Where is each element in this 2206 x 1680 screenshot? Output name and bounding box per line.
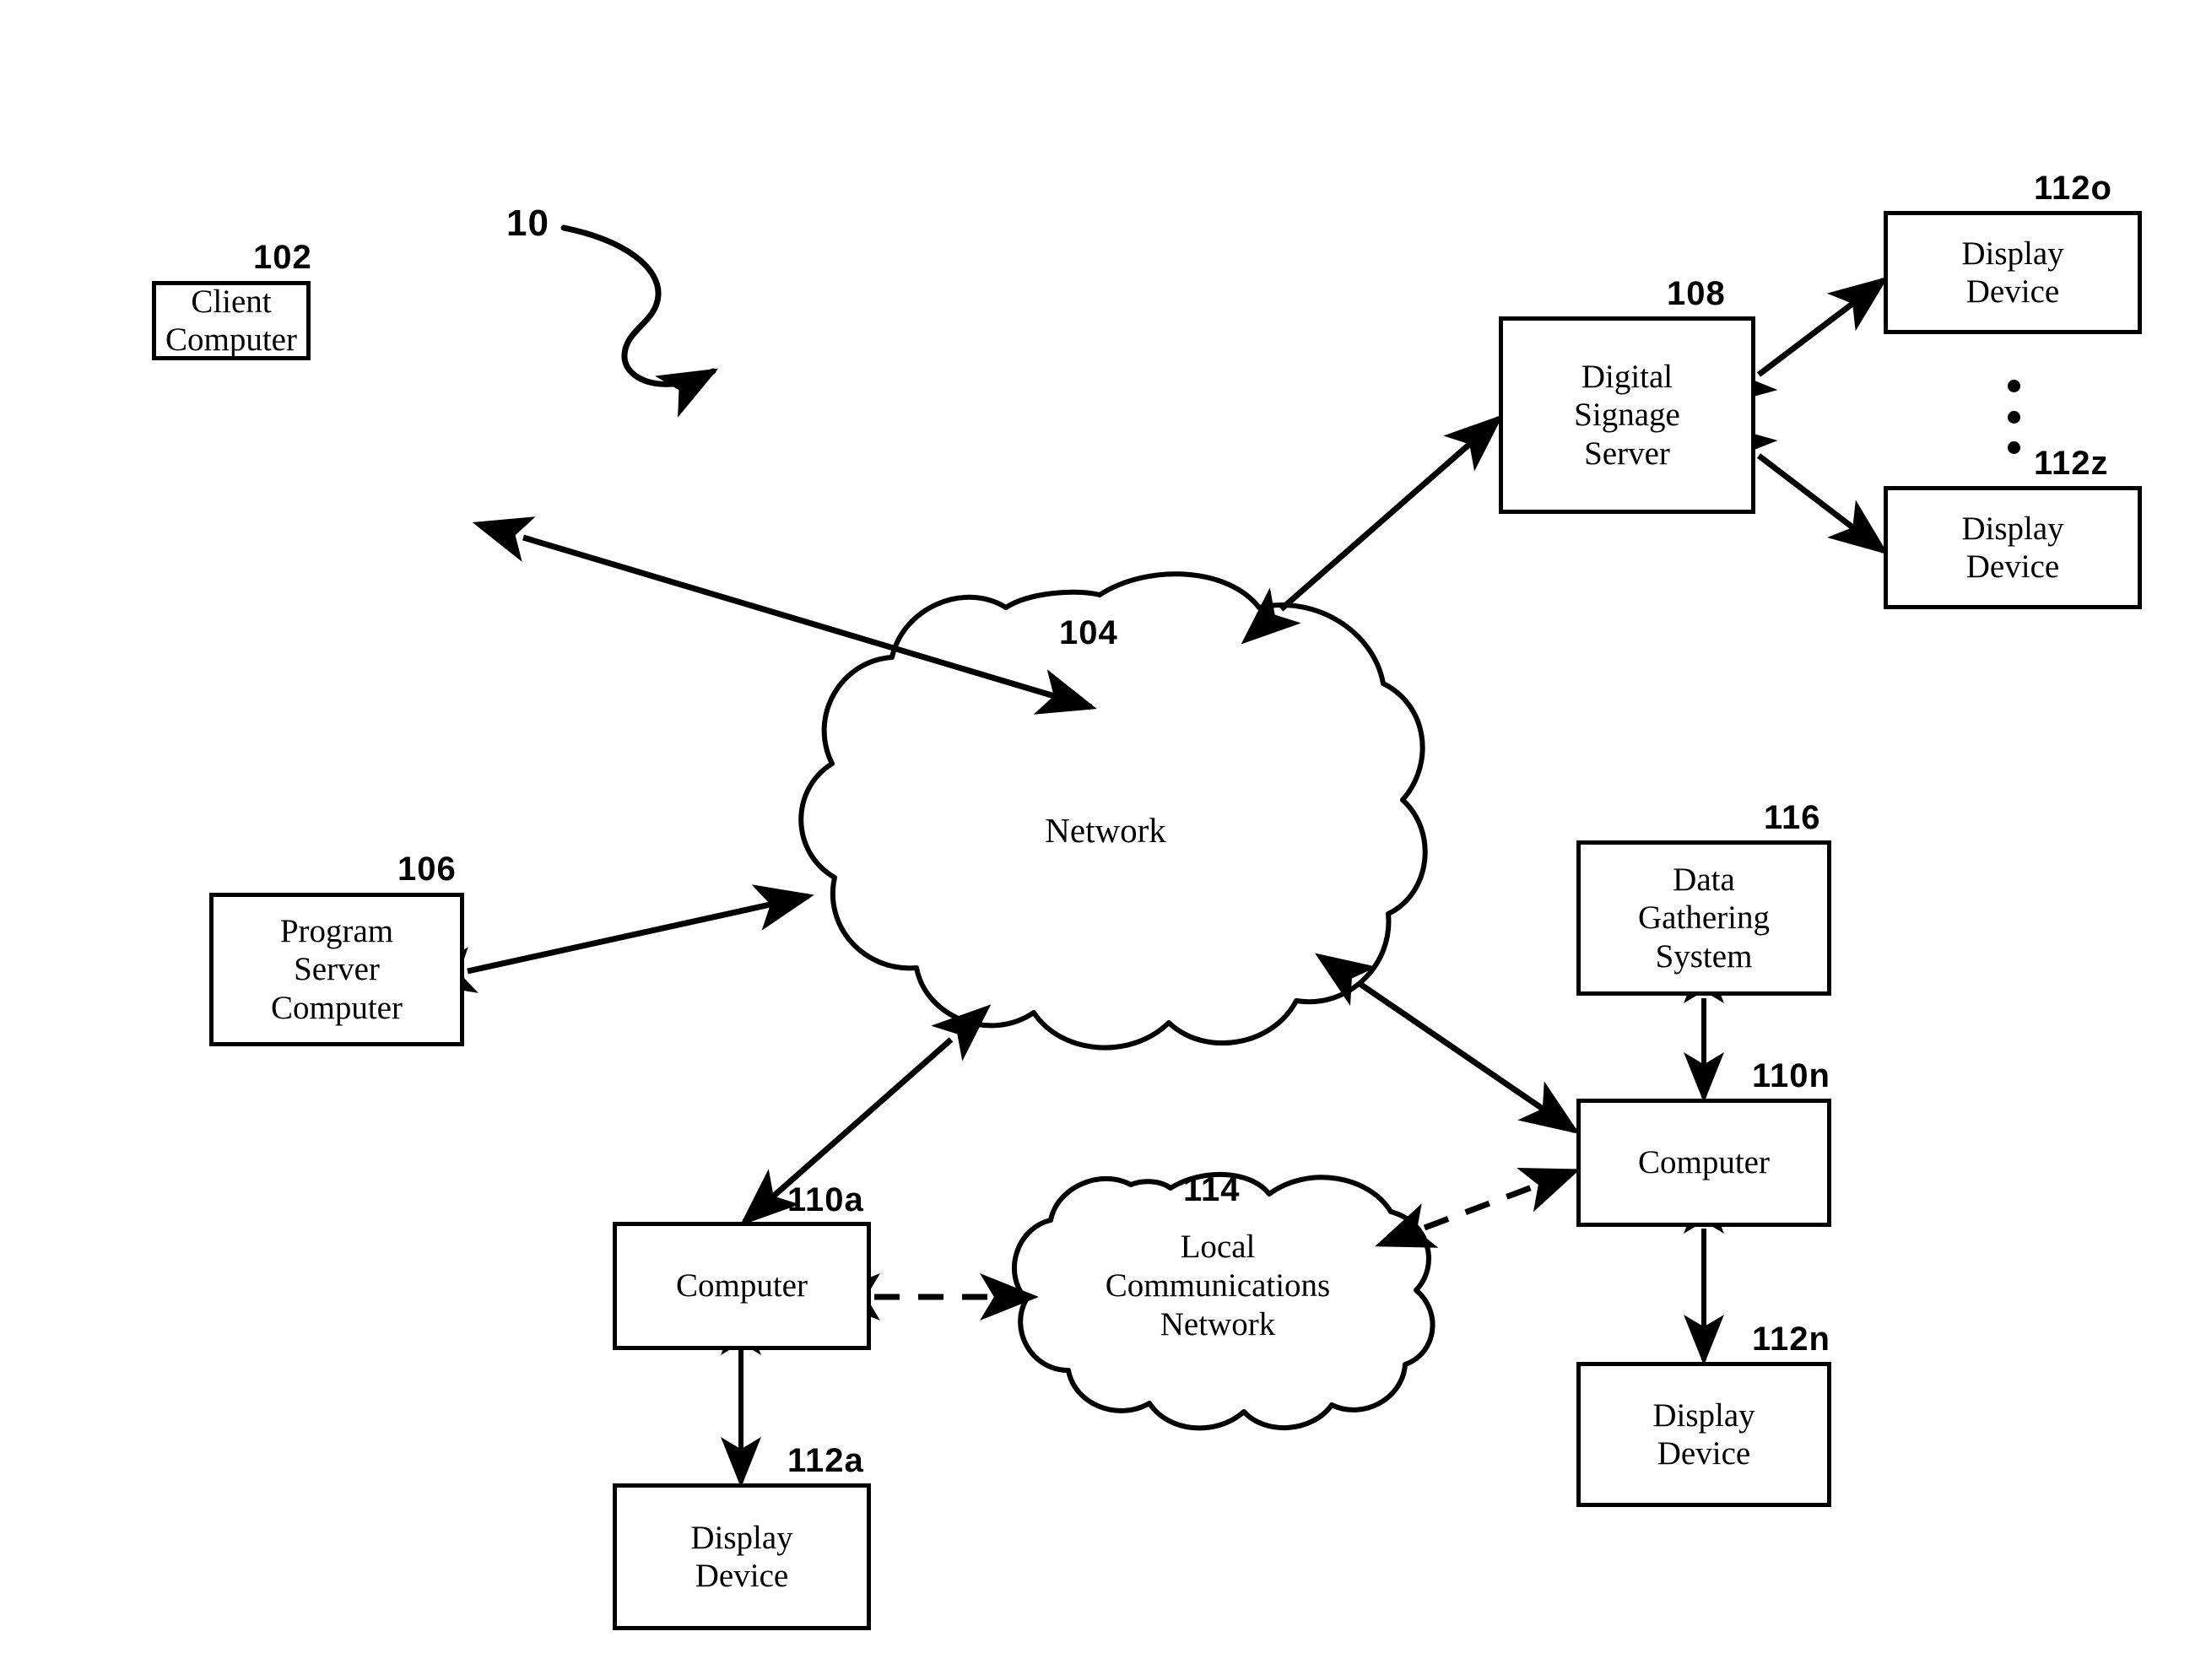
figure-canvas: 10 Client Computer 102 Program Server Co… — [0, 0, 2206, 1680]
ref-108: 108 — [1667, 275, 1726, 312]
node-digital-signage-server[interactable]: Digital Signage Server — [1499, 316, 1755, 514]
edge-signage-display-112o — [1716, 276, 1889, 408]
node-computer-110a[interactable]: Computer — [613, 1222, 871, 1350]
ref-112a: 112a — [787, 1442, 864, 1479]
node-data-gathering-system[interactable]: Data Gathering System — [1576, 840, 1831, 996]
connector-layer — [415, 224, 1889, 1488]
edge-network-digital-signage-server — [1241, 414, 1504, 645]
node-display-device-112o-label: Display Device — [1961, 235, 2064, 310]
node-display-device-112n[interactable]: Display Device — [1576, 1362, 1831, 1507]
node-display-device-112a[interactable]: Display Device — [613, 1483, 871, 1630]
node-display-device-112o[interactable]: Display Device — [1884, 211, 2142, 334]
node-data-gathering-system-label: Data Gathering System — [1638, 862, 1770, 975]
ref-102: 102 — [253, 239, 312, 276]
node-client-computer-label: Client Computer — [165, 283, 297, 358]
edge-signage-display-112z — [1716, 423, 1889, 555]
node-program-server-computer[interactable]: Program Server Computer — [209, 893, 464, 1046]
ref-110n: 110n — [1752, 1057, 1830, 1094]
node-computer-110n[interactable]: Computer — [1576, 1099, 1831, 1227]
node-client-computer[interactable]: Client Computer — [152, 281, 311, 360]
ref-112z: 112z — [2034, 445, 2109, 482]
node-display-device-112n-label: Display Device — [1652, 1396, 1755, 1472]
ref-112n: 112n — [1752, 1321, 1830, 1358]
ellipsis-dot-3 — [2007, 441, 2020, 454]
node-program-server-computer-label: Program Server Computer — [271, 913, 403, 1026]
edge-local-network-computer-110n — [1375, 1167, 1581, 1248]
ref-110a: 110a — [787, 1181, 864, 1218]
figure-lead-arrow — [560, 224, 719, 418]
ref-114: 114 — [1183, 1171, 1241, 1208]
node-digital-signage-server-label: Digital Signage Server — [1574, 359, 1680, 472]
node-display-device-112z[interactable]: Display Device — [1884, 486, 2142, 609]
node-computer-110n-label: Computer — [1638, 1144, 1770, 1181]
ref-116: 116 — [1764, 799, 1821, 836]
ellipsis-dot-2 — [2007, 410, 2020, 424]
node-display-device-112a-label: Display Device — [690, 1519, 793, 1594]
ellipsis-dot-1 — [2007, 380, 2020, 392]
ref-106: 106 — [397, 851, 457, 888]
edge-program-server-network — [415, 884, 814, 993]
figure-ref-10: 10 — [506, 203, 549, 244]
node-display-device-112z-label: Display Device — [1961, 510, 2064, 585]
node-computer-110a-label: Computer — [676, 1267, 808, 1305]
ref-104: 104 — [1059, 614, 1118, 651]
edge-client-computer-network — [472, 516, 1097, 715]
ref-112o: 112o — [2034, 170, 2112, 207]
display-device-ellipsis — [2007, 380, 2020, 454]
edge-network-computer-110n — [1314, 953, 1580, 1134]
